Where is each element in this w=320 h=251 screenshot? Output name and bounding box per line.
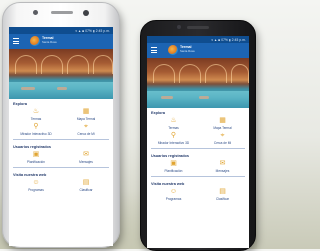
hero-image [9,49,113,99]
menu-item-mirador[interactable]: ⚲ Mirador Interactivo 3D [149,132,198,145]
section-title-explora: Explora [151,111,165,115]
thermometer-icon: ♨ [32,108,40,115]
divider [13,139,109,140]
explora-grid: ♨ Termas ▦ Mapa Termal ⚲ Mirador Interactiv… [9,107,113,137]
web-grid: ☺ Programas ▤ Clasificar [9,178,113,193]
binoculars-icon: ⚲ [33,123,39,130]
chat-icon: ☺ [32,179,40,186]
hero-image [147,58,249,108]
speaker-grille [51,11,73,14]
phone-white: ▾ ▲ ■ 07% ▮ 2:45 p.m. Termal Santa Rosa E… [2,2,120,248]
explora-grid: ♨ Termas ▦ Mapa Termal ⚲ Mirador Interactiv… [147,116,249,146]
app-bar: Termal Santa Rosa [9,34,113,49]
grid-icon: ▤ [219,188,226,195]
calendar-icon: ▣ [170,160,177,167]
brand-subtitle: Santa Rosa [42,39,57,44]
brand-subtitle: Santa Rosa [180,48,195,53]
section-title-explora: Explora [13,102,27,106]
location-icon: ⌖ [220,132,225,139]
menu-item-planificacion[interactable]: ▣ Planificación [149,160,198,173]
divider [13,167,109,168]
hamburger-menu-icon[interactable] [13,38,19,45]
section-title-usuarios: Usuarios registrados [13,145,51,149]
speaker-grille [187,26,209,29]
menu-item-cerca[interactable]: ⌖ Cerca de Mi [61,123,111,136]
phone-screen: ▾ ▲ ■ 07% ▮ 2:45 p.m. Termal Santa Rosa E… [147,36,249,248]
hamburger-menu-icon[interactable] [151,47,157,54]
front-camera-icon [33,10,38,15]
divider [151,148,245,149]
menu-item-programas[interactable]: ☺ Programas [149,188,198,201]
status-bar: ▾ ▲ ■ 07% ▮ 2:45 p.m. [147,36,249,43]
usuarios-grid: ▣ Planificación ✉ Mensajes [147,159,249,174]
brand-text: Termal Santa Rosa [42,36,57,45]
menu-item-mensajes[interactable]: ✉ Mensajes [198,160,247,173]
menu-item-mapa-termal[interactable]: ▦ Mapa Termal [198,117,247,130]
map-icon: ▦ [82,108,90,115]
phone-black: ▾ ▲ ■ 07% ▮ 2:45 p.m. Termal Santa Rosa E… [140,20,256,251]
menu-item-planificacion[interactable]: ▣ Planificación [11,151,61,164]
menu-item-termas[interactable]: ♨ Termas [149,117,198,130]
status-text: ▾ ▲ ■ 07% ▮ 2:45 p.m. [211,37,246,42]
app-logo [168,45,178,55]
menu-item-programas[interactable]: ☺ Programas [11,179,61,192]
section-title-web: Visita nuestra web [13,173,47,177]
usuarios-grid: ▣ Planificación ✉ Mensajes [9,150,113,165]
map-icon: ▦ [219,117,226,124]
divider [151,176,245,177]
phone-screen: ▾ ▲ ■ 07% ▮ 2:45 p.m. Termal Santa Rosa E… [9,27,113,246]
front-camera-icon [177,25,181,29]
status-bar: ▾ ▲ ■ 07% ▮ 2:45 p.m. [9,27,113,34]
menu-item-termas[interactable]: ♨ Termas [11,108,61,121]
chat-icon: ☺ [169,188,178,195]
menu-item-clasificar[interactable]: ▤ Clasificar [61,179,111,192]
sensor-icon [83,10,89,16]
calendar-icon: ▣ [32,151,40,158]
brand-text: Termal Santa Rosa [180,45,195,54]
app-bar: Termal Santa Rosa [147,43,249,58]
menu-item-mensajes[interactable]: ✉ Mensajes [61,151,111,164]
section-title-web: Visita nuestra web [151,182,185,186]
app-logo [30,36,40,46]
mail-icon: ✉ [83,151,89,158]
product-mockup: ▾ ▲ ■ 07% ▮ 2:45 p.m. Termal Santa Rosa E… [0,0,257,251]
status-text: ▾ ▲ ■ 07% ▮ 2:45 p.m. [75,28,110,33]
menu-item-mapa-termal[interactable]: ▦ Mapa Termal [61,108,111,121]
section-title-usuarios: Usuarios registrados [151,154,189,158]
thermometer-icon: ♨ [170,117,177,124]
mail-icon: ✉ [219,160,226,167]
web-grid: ☺ Programas ▤ Clasificar [147,187,249,202]
menu-item-cerca[interactable]: ⌖ Cerca de Mi [198,132,247,145]
location-icon: ⌖ [84,123,88,130]
binoculars-icon: ⚲ [170,132,177,139]
grid-icon: ▤ [82,179,90,186]
menu-item-clasificar[interactable]: ▤ Clasificar [198,188,247,201]
menu-item-mirador[interactable]: ⚲ Mirador Interactivo 3D [11,123,61,136]
